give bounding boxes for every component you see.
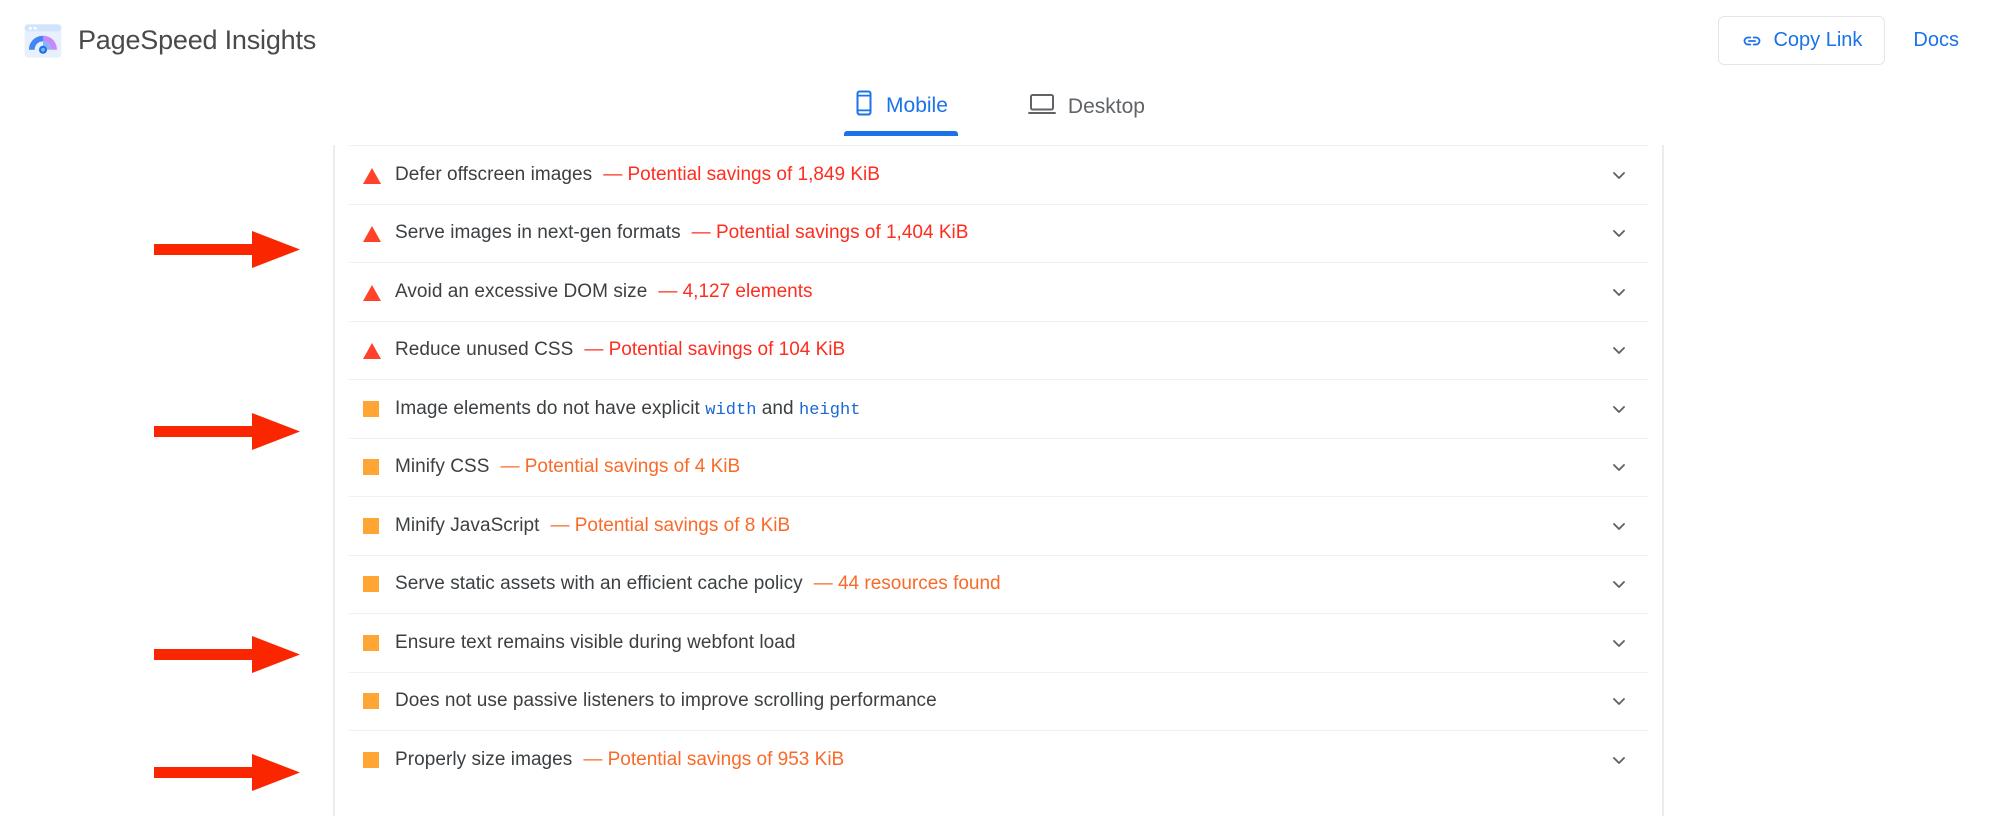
audit-title: Reduce unused CSS: [395, 339, 573, 361]
audit-title: Avoid an excessive DOM size: [395, 281, 647, 303]
chevron-down-icon[interactable]: [1608, 690, 1630, 712]
audit-savings: — Potential savings of 8 KiB: [550, 515, 790, 537]
tab-desktop[interactable]: Desktop: [1018, 92, 1155, 136]
tab-active-underline: [844, 131, 958, 136]
audit-savings: — 4,127 elements: [658, 281, 812, 303]
chevron-down-icon[interactable]: [1608, 749, 1630, 771]
audit-row[interactable]: Serve static assets with an efficient ca…: [349, 555, 1648, 614]
audit-row[interactable]: Ensure text remains visible during webfo…: [349, 613, 1648, 672]
chevron-down-icon[interactable]: [1608, 573, 1630, 595]
severity-mark: [363, 168, 381, 184]
severity-square-icon: [363, 458, 381, 476]
audit-savings: — Potential savings of 953 KiB: [583, 749, 844, 771]
severity-square-icon: [363, 517, 381, 535]
severity-mark: [363, 226, 381, 242]
severity-mark: [363, 752, 379, 768]
chevron-down-icon[interactable]: [1608, 222, 1630, 244]
severity-square-icon: [363, 575, 381, 593]
docs-link[interactable]: Docs: [1901, 23, 1971, 58]
mobile-phone-icon: [854, 90, 874, 122]
severity-mark: [363, 693, 379, 709]
severity-triangle-icon: [363, 283, 381, 301]
severity-triangle-icon: [363, 341, 381, 359]
audit-title: Ensure text remains visible during webfo…: [395, 632, 796, 654]
audit-row[interactable]: Reduce unused CSS — Potential savings of …: [349, 321, 1648, 380]
severity-mark: [363, 459, 379, 475]
chevron-down-icon[interactable]: [1608, 632, 1630, 654]
page-title: PageSpeed Insights: [78, 25, 316, 56]
link-icon: [1741, 30, 1763, 52]
chevron-down-icon[interactable]: [1608, 398, 1630, 420]
audit-title-prefix: Image elements do not have explicit: [395, 398, 705, 419]
copy-link-button[interactable]: Copy Link: [1718, 16, 1885, 65]
audit-row[interactable]: Minify CSS — Potential savings of 4 KiB: [349, 438, 1648, 497]
severity-triangle-icon: [363, 224, 381, 242]
audit-title: Image elements do not have explicit widt…: [395, 398, 861, 420]
red-arrow-right-icon: [152, 633, 302, 679]
form-factor-tabs: Mobile Desktop: [0, 81, 1999, 136]
severity-mark: [363, 343, 381, 359]
severity-mark: [363, 285, 381, 301]
audit-row[interactable]: Image elements do not have explicit widt…: [349, 379, 1648, 438]
audit-row[interactable]: Defer offscreen images — Potential saving…: [349, 145, 1648, 204]
audit-title-mid: and: [756, 398, 799, 419]
red-arrow-right-icon: [152, 228, 302, 274]
audit-title: Defer offscreen images: [395, 164, 592, 186]
severity-square-icon: [363, 634, 381, 652]
audit-title: Minify JavaScript: [395, 515, 539, 537]
severity-square-icon: [363, 400, 381, 418]
severity-mark: [363, 635, 379, 651]
severity-square-icon: [363, 751, 381, 769]
red-arrow-right-icon: [152, 410, 302, 456]
audit-savings: — Potential savings of 1,849 KiB: [603, 164, 880, 186]
code-token-height: height: [799, 401, 861, 420]
tab-desktop-label: Desktop: [1068, 95, 1145, 119]
chevron-down-icon[interactable]: [1608, 339, 1630, 361]
audit-row[interactable]: Serve images in next-gen formats — Potent…: [349, 204, 1648, 263]
chevron-down-icon[interactable]: [1608, 515, 1630, 537]
audit-savings: — Potential savings of 1,404 KiB: [692, 222, 969, 244]
severity-mark: [363, 576, 379, 592]
chevron-down-icon[interactable]: [1608, 164, 1630, 186]
chevron-down-icon[interactable]: [1608, 456, 1630, 478]
audit-row[interactable]: Minify JavaScript — Potential savings of …: [349, 496, 1648, 555]
severity-mark: [363, 401, 379, 417]
audit-title: Properly size images: [395, 749, 572, 771]
audit-savings: — Potential savings of 104 KiB: [584, 339, 845, 361]
header-actions: Copy Link Docs: [1718, 16, 1971, 65]
tab-mobile[interactable]: Mobile: [844, 90, 958, 136]
audit-savings: — Potential savings of 4 KiB: [500, 456, 740, 478]
audit-title: Minify CSS: [395, 456, 489, 478]
tab-mobile-label: Mobile: [886, 94, 948, 118]
red-arrow-right-icon: [152, 751, 302, 797]
brand: PageSpeed Insights: [22, 20, 316, 62]
pagespeed-logo-icon: [22, 20, 64, 62]
desktop-monitor-icon: [1028, 92, 1056, 122]
audit-title: Serve static assets with an efficient ca…: [395, 573, 803, 595]
severity-square-icon: [363, 692, 381, 710]
audit-row[interactable]: Does not use passive listeners to improv…: [349, 672, 1648, 731]
severity-triangle-icon: [363, 166, 381, 184]
severity-mark: [363, 518, 379, 534]
code-token-width: width: [705, 401, 756, 420]
audit-list-panel: Defer offscreen images — Potential saving…: [333, 145, 1664, 816]
audit-row[interactable]: Avoid an excessive DOM size — 4,127 eleme…: [349, 262, 1648, 321]
copy-link-label: Copy Link: [1773, 29, 1862, 52]
audit-row[interactable]: Properly size images — Potential savings …: [349, 730, 1648, 789]
audit-title: Serve images in next-gen formats: [395, 222, 681, 244]
audit-title: Does not use passive listeners to improv…: [395, 690, 937, 712]
audit-savings: — 44 resources found: [814, 573, 1001, 595]
app-header: PageSpeed Insights Copy Link Docs: [0, 0, 1999, 81]
chevron-down-icon[interactable]: [1608, 281, 1630, 303]
